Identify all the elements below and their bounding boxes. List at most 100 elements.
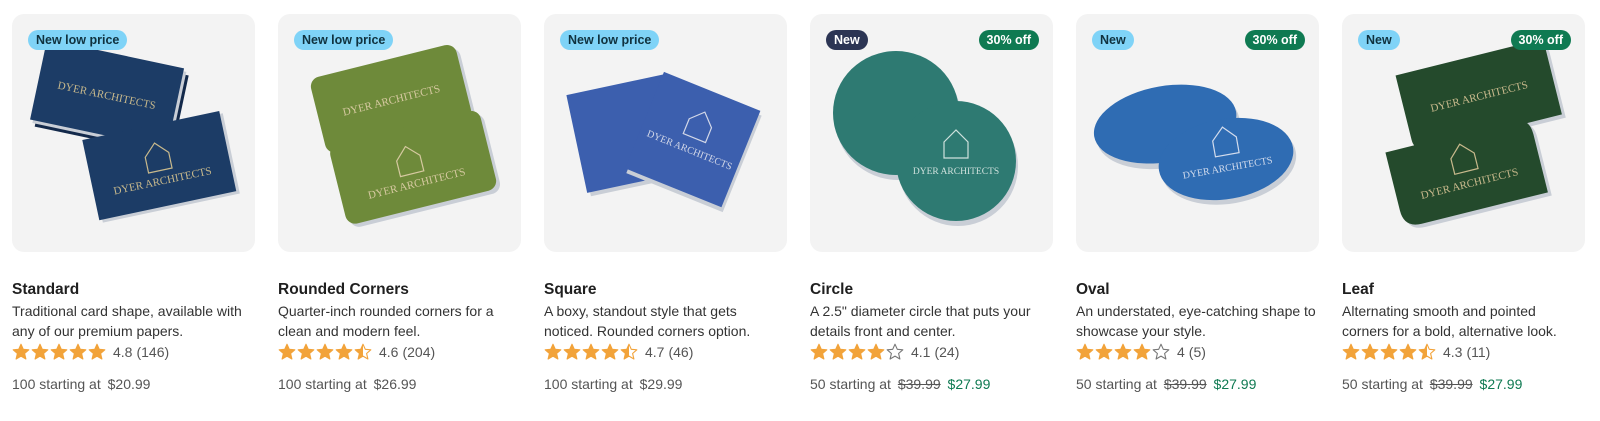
product-description: Alternating smooth and pointed corners f…: [1342, 303, 1557, 339]
product-grid: DYER ARCHITECTS DYER ARCHITECTS New low …: [12, 14, 1585, 394]
review-count: (24): [934, 344, 960, 360]
product-rating[interactable]: 4.3 (11): [1342, 342, 1585, 362]
price-original: $39.99: [1429, 376, 1473, 392]
rating-value: 4.6: [379, 344, 399, 360]
star-full-icon: [829, 343, 847, 360]
product-card-square[interactable]: DYER ARCHITECTS New low price Square A b…: [544, 14, 787, 394]
star-half-icon: [620, 343, 638, 360]
product-image-rounded-corners[interactable]: DYER ARCHITECTS DYER ARCHITECTS New low …: [278, 14, 521, 252]
price-prefix: 50 starting at: [810, 376, 891, 392]
review-count: (46): [668, 344, 694, 360]
star-full-icon: [582, 343, 600, 360]
star-full-icon: [297, 343, 315, 360]
product-image-leaf[interactable]: DYER ARCHITECTS DYER ARCHITECTS New 30% …: [1342, 14, 1585, 252]
price-current: $27.99: [1479, 376, 1523, 392]
star-full-icon: [88, 343, 106, 360]
star-full-icon: [848, 343, 866, 360]
badge-discount: 30% off: [1510, 30, 1571, 50]
product-name[interactable]: Circle: [810, 280, 1053, 300]
star-rating: [1342, 343, 1437, 361]
product-price: 100 starting at $26.99: [278, 374, 521, 394]
badge-new-low-price: New low price: [560, 30, 660, 50]
rating-value: 4.3: [1443, 344, 1463, 360]
product-description: Quarter-inch rounded corners for a clean…: [278, 303, 494, 339]
star-full-icon: [1133, 343, 1151, 360]
product-card-leaf[interactable]: DYER ARCHITECTS DYER ARCHITECTS New 30% …: [1342, 14, 1585, 394]
product-price: 50 starting at $39.99 $27.99: [1076, 374, 1319, 394]
rating-value: 4.7: [645, 344, 665, 360]
price-prefix: 100 starting at: [544, 376, 633, 392]
product-description: A 2.5" diameter circle that puts your de…: [810, 303, 1031, 339]
product-rating[interactable]: 4 (5): [1076, 342, 1319, 362]
star-full-icon: [867, 343, 885, 360]
price-prefix: 100 starting at: [278, 376, 367, 392]
star-full-icon: [1114, 343, 1132, 360]
price-original: $39.99: [897, 376, 941, 392]
product-rating[interactable]: 4.1 (24): [810, 342, 1053, 362]
star-full-icon: [563, 343, 581, 360]
product-rating[interactable]: 4.6 (204): [278, 342, 521, 362]
product-description: Traditional card shape, available with a…: [12, 303, 242, 339]
star-half-icon: [1418, 343, 1436, 360]
star-full-icon: [316, 343, 334, 360]
price-prefix: 50 starting at: [1342, 376, 1423, 392]
product-name[interactable]: Rounded Corners: [278, 280, 521, 300]
product-card-circle[interactable]: DYER ARCHITECTS New 30% off Circle A 2.5…: [810, 14, 1053, 394]
star-empty-icon: [1152, 343, 1170, 360]
star-full-icon: [810, 343, 828, 360]
product-name[interactable]: Oval: [1076, 280, 1319, 300]
rating-value: 4.1: [911, 344, 931, 360]
star-full-icon: [544, 343, 562, 360]
badge-new-low-price: New low price: [28, 30, 128, 50]
price-current: $27.99: [947, 376, 991, 392]
review-count: (204): [402, 344, 436, 360]
price-original: $39.99: [1163, 376, 1207, 392]
price-current: $27.99: [1213, 376, 1257, 392]
review-count: (5): [1188, 344, 1206, 360]
product-price: 100 starting at $20.99: [12, 374, 255, 394]
product-price: 100 starting at $29.99: [544, 374, 787, 394]
star-full-icon: [1380, 343, 1398, 360]
review-count: (146): [136, 344, 170, 360]
star-rating: [12, 343, 107, 361]
product-name[interactable]: Standard: [12, 280, 255, 300]
star-full-icon: [1361, 343, 1379, 360]
badge-new: New: [1358, 30, 1400, 50]
product-card-rounded-corners[interactable]: DYER ARCHITECTS DYER ARCHITECTS New low …: [278, 14, 521, 394]
badge-discount: 30% off: [1244, 30, 1305, 50]
rating-value: 4.8: [113, 344, 133, 360]
product-card-oval[interactable]: DYER ARCHITECTS New 30% off Oval An unde…: [1076, 14, 1319, 394]
price-prefix: 100 starting at: [12, 376, 101, 392]
product-image-oval[interactable]: DYER ARCHITECTS New 30% off: [1076, 14, 1319, 252]
star-rating: [810, 343, 905, 361]
product-description: An understated, eye-catching shape to sh…: [1076, 303, 1316, 339]
star-full-icon: [50, 343, 68, 360]
product-name[interactable]: Square: [544, 280, 787, 300]
product-image-circle[interactable]: DYER ARCHITECTS New 30% off: [810, 14, 1053, 252]
star-full-icon: [69, 343, 87, 360]
star-full-icon: [12, 343, 30, 360]
price-prefix: 50 starting at: [1076, 376, 1157, 392]
star-empty-icon: [886, 343, 904, 360]
product-price: 50 starting at $39.99 $27.99: [810, 374, 1053, 394]
product-name[interactable]: Leaf: [1342, 280, 1585, 300]
star-half-icon: [354, 343, 372, 360]
star-full-icon: [1399, 343, 1417, 360]
star-rating: [1076, 343, 1171, 361]
star-rating: [278, 343, 373, 361]
badge-new: New: [1092, 30, 1134, 50]
review-count: (11): [1466, 344, 1491, 360]
product-card-standard[interactable]: DYER ARCHITECTS DYER ARCHITECTS New low …: [12, 14, 255, 394]
star-rating: [544, 343, 639, 361]
product-image-standard[interactable]: DYER ARCHITECTS DYER ARCHITECTS New low …: [12, 14, 255, 252]
price-current: $29.99: [639, 376, 683, 392]
product-rating[interactable]: 4.7 (46): [544, 342, 787, 362]
star-full-icon: [335, 343, 353, 360]
price-current: $26.99: [373, 376, 417, 392]
rating-value: 4: [1177, 344, 1185, 360]
star-full-icon: [601, 343, 619, 360]
badge-discount: 30% off: [978, 30, 1039, 50]
star-full-icon: [31, 343, 49, 360]
product-rating[interactable]: 4.8 (146): [12, 342, 255, 362]
product-image-square[interactable]: DYER ARCHITECTS New low price: [544, 14, 787, 252]
